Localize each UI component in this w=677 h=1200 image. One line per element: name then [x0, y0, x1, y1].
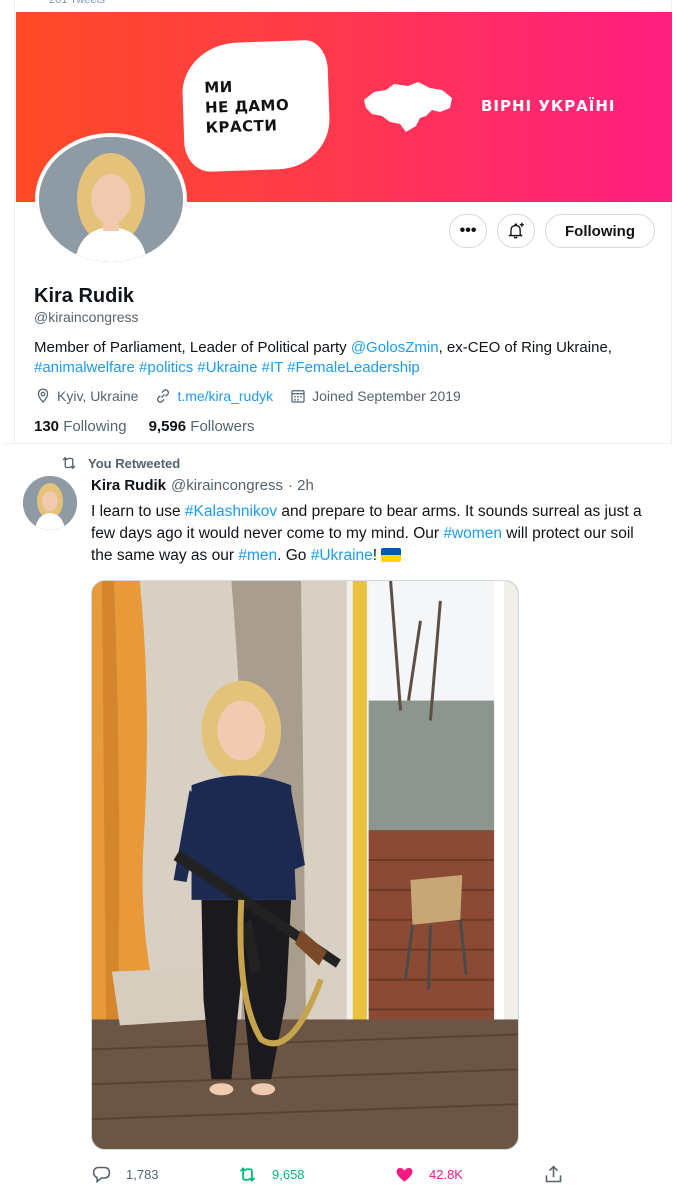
location-item: Kyiv, Ukraine	[34, 387, 138, 405]
banner-right-text: ВІРНІ УКРАЇНІ	[481, 97, 616, 115]
link-icon	[157, 389, 170, 403]
bio-hashtags[interactable]: #animalwelfare #politics #Ukraine #IT #F…	[34, 359, 420, 376]
website-item: t.me/kira_rudyk	[154, 387, 273, 405]
notifications-button[interactable]	[497, 214, 536, 248]
banner-slogan-sign: МИ НЕ ДАМО КРАСТИ	[180, 39, 332, 173]
tweet-count-cut: 201 Tweets	[49, 0, 106, 6]
reply-button[interactable]: 1,783	[91, 1164, 159, 1185]
profile-name: Kira Rudik	[34, 285, 135, 307]
bell-plus-icon	[508, 222, 524, 239]
tweet-author-name[interactable]: Kira Rudik	[91, 477, 166, 494]
profile-meta: Kyiv, Ukraine t.me/kira_rudyk Joined Sep…	[34, 387, 461, 405]
joined-text: Joined September 2019	[312, 388, 461, 404]
banner-slogan-line-3: КРАСТИ	[205, 116, 278, 137]
profile-bio: Member of Parliament, Leader of Politica…	[34, 338, 644, 378]
reply-icon	[92, 1166, 111, 1184]
location-pin-icon	[37, 388, 49, 403]
heart-filled-icon	[396, 1167, 413, 1182]
retweet-count: 9,658	[272, 1167, 305, 1182]
tweet-header: Kira Rudik @kiraincongress · 2h	[91, 477, 314, 494]
tweet-text-5: !	[372, 547, 378, 564]
bio-mention-link[interactable]: @GolosZmin	[351, 339, 439, 356]
retweet-context: You Retweeted	[60, 454, 180, 472]
like-button[interactable]: 42.8K	[394, 1164, 463, 1185]
avatar-photo	[39, 137, 183, 262]
hashtag-ukraine[interactable]: #Ukraine	[311, 547, 373, 564]
following-label: Following	[63, 418, 127, 435]
bio-text-1: Member of Parliament, Leader of Politica…	[34, 339, 351, 356]
share-button[interactable]	[543, 1164, 564, 1185]
tweet-card[interactable]: You Retweeted Kira Rudik @kiraincongress…	[5, 443, 673, 1200]
website-link[interactable]: t.me/kira_rudyk	[177, 388, 273, 404]
tweet-photo[interactable]	[91, 580, 519, 1150]
tweet-author-handle[interactable]: @kiraincongress	[171, 477, 283, 494]
retweet-button[interactable]: 9,658	[237, 1164, 305, 1185]
bio-text-2: , ex-CEO of Ring Ukraine,	[438, 339, 612, 356]
tweet-avatar[interactable]	[23, 476, 77, 530]
ukraine-flag-icon	[381, 548, 402, 562]
tweet-actions: 1,783 9,658 42.8K	[91, 1164, 571, 1190]
tweet-time[interactable]: · 2h	[288, 477, 314, 494]
tweet-text-1: I learn to use	[91, 503, 185, 520]
reply-count: 1,783	[126, 1167, 159, 1182]
profile-actions: ••• Following	[449, 214, 655, 248]
hashtag-men[interactable]: #men	[238, 547, 277, 564]
joined-item: Joined September 2019	[289, 387, 461, 405]
following-stat[interactable]: 130 Following	[34, 418, 127, 435]
ukraine-map-icon	[364, 82, 452, 132]
profile-card: 201 Tweets МИ НЕ ДАМО КРАСТИ ВІРНІ УКРАЇ…	[14, 0, 672, 443]
tweet-text: I learn to use #Kalashnikov and prepare …	[91, 501, 651, 567]
following-count: 130	[34, 418, 60, 435]
like-count: 42.8K	[429, 1167, 463, 1182]
profile-stats: 130 Following 9,596 Followers	[34, 418, 254, 435]
more-icon: •••	[459, 222, 477, 239]
retweet-icon	[62, 456, 76, 470]
calendar-icon	[291, 390, 305, 403]
hashtag-kalashnikov[interactable]: #Kalashnikov	[185, 503, 277, 520]
share-icon	[545, 1165, 562, 1183]
hashtag-women[interactable]: #women	[443, 525, 502, 542]
profile-handle: @kiraincongress	[34, 309, 139, 325]
followers-stat[interactable]: 9,596 Followers	[149, 418, 255, 435]
followers-label: Followers	[190, 418, 255, 435]
more-button[interactable]: •••	[449, 214, 488, 248]
retweet-active-icon	[239, 1167, 256, 1182]
profile-avatar[interactable]	[35, 133, 187, 266]
following-button[interactable]: Following	[545, 214, 655, 248]
tweet-text-4: . Go	[277, 547, 311, 564]
retweet-context-text: You Retweeted	[88, 455, 181, 471]
location-text: Kyiv, Ukraine	[57, 388, 139, 404]
followers-count: 9,596	[148, 418, 187, 435]
